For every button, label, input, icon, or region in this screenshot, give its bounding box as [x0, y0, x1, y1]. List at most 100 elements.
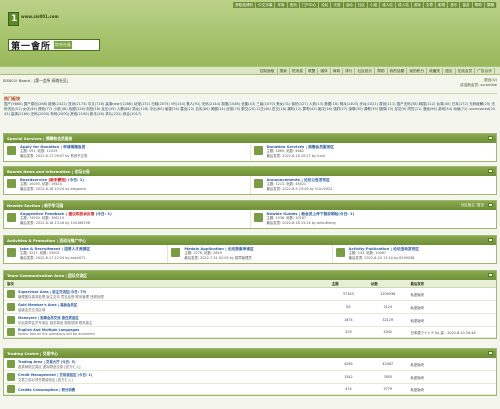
menu-item[interactable]: 控制面板	[258, 68, 278, 74]
top-link[interactable]: 小组	[367, 2, 381, 8]
section-header[interactable]: Special Services | 捐赠和会员服务	[4, 134, 496, 143]
forum-extra: (今日: 1)	[95, 212, 112, 216]
table-row[interactable]: English And Multiple Languages Notes: Not…	[4, 326, 496, 338]
forum-card[interactable]: Jobs & Recruitment | 招贤人才资源区 主题: 3227, 帖数…	[4, 245, 169, 263]
divider	[3, 93, 497, 94]
forum-last-post[interactable]: 最后发表: 2022-8-18 13:16 by 144166196	[20, 221, 247, 225]
table-row[interactable]: Credits Consumption | 积分消费 474 5779 私密版块	[4, 383, 496, 395]
forum-list: Jobs & Recruitment | 招贤人才资源区 主题: 3227, 帖数…	[4, 245, 496, 263]
posts-count: 5779	[368, 383, 408, 395]
forum-icon	[7, 316, 15, 324]
top-link[interactable]: 社区	[355, 2, 368, 8]
collapse-icon[interactable]	[488, 273, 493, 277]
last-post[interactable]: 私密版块	[407, 313, 496, 327]
menu-item[interactable]: 短消息	[290, 68, 306, 74]
menu-item[interactable]: 我的话题	[388, 68, 408, 74]
hot-forum-tags[interactable]: 国产(5660) 国产原创(266) 欧美(2422) 亚洲(2174) 中文(…	[4, 102, 496, 118]
last-post[interactable]: 私密版块	[407, 287, 496, 301]
forum-description: 高级会员交流区域	[18, 308, 46, 312]
posts-count: 2209936	[368, 287, 408, 301]
menu-item[interactable]: 社区统计	[355, 68, 376, 74]
top-link[interactable]: 成人站	[380, 2, 396, 8]
menu-item[interactable]: 在线会员	[456, 68, 476, 74]
collapse-icon[interactable]	[488, 136, 493, 140]
table-row[interactable]: Trading Area | 交易大厅 (今日: 5) 各类网络交易区 虚拟物品交…	[4, 358, 496, 371]
top-link[interactable]: 车库	[275, 2, 288, 8]
board-title[interactable]: SiS001! Board - [第一会所 网络社区]	[3, 78, 68, 84]
forum-last-post[interactable]: 最后发表: 2022-7-31 02:09 by 勋章管理员	[184, 256, 328, 260]
menu-item[interactable]: 收藏夹	[427, 68, 444, 74]
forum-extra: | 捐赠会员服务区	[305, 145, 334, 149]
top-link[interactable]: 成人站	[395, 2, 412, 8]
forum-last-post[interactable]: 最后发表: 2022-8-3 23:09 by CGLv2022	[267, 187, 494, 191]
section-header[interactable]: Boards News and Information | 论坛公告	[4, 167, 496, 176]
forum-card[interactable]: Apply for Donation | 申请捐赠会员 主题: 591, 帖数: …	[4, 143, 251, 161]
top-link[interactable]: 繁體	[484, 2, 497, 8]
top-link[interactable]: 首页	[287, 2, 300, 8]
last-post[interactable]: 私密版块	[407, 383, 496, 395]
logo-url: www.sis001.com	[21, 14, 59, 19]
collapse-icon[interactable]	[488, 203, 493, 207]
forum-cell: Credits Consumption | 积分消费	[4, 383, 329, 395]
forum-description: 各类网络交易区 虚拟物品交易 [官方汇入]	[18, 365, 81, 369]
forum-cell: Supervisor Area | 版主交流区(今日: 79) 管理团队事务处理 …	[4, 287, 329, 301]
table-row[interactable]: Supervisor Area | 版主交流区(今日: 79) 管理团队事务处理 …	[4, 287, 496, 301]
table-row[interactable]: Moneyers | 勋章会员交流 委任赏金区 论坛勋章会员专用区 相关事宜 规则…	[4, 313, 496, 327]
forum-last-post[interactable]: 最后发表: 2022-8-18 10:24 by elegance	[20, 187, 247, 191]
top-link[interactable]: 留言	[460, 2, 473, 8]
forum-card[interactable]: Newbie Guides | 新会员上传下载说明帖(今日: 1) 主题: 103…	[251, 210, 497, 228]
section-header[interactable]: Team Communication Area | 团队交流区	[4, 271, 496, 280]
top-link[interactable]: 活动	[343, 2, 356, 8]
last-post[interactable]: 日本語でイトテ by 高 - 2022-8-10 20:44	[407, 326, 496, 338]
forum-last-post[interactable]: 最后发表: 2022-8-20 17:14 by 6199438	[349, 256, 493, 260]
menu-item[interactable]: 退出	[443, 68, 456, 74]
top-link[interactable]: 影视	[436, 2, 449, 8]
collapse-icon[interactable]	[488, 351, 493, 355]
top-link[interactable]: 文章	[423, 2, 437, 8]
forum-cell: Credit Management | 交易诚信区 (今日: 1) 交易之前必须先…	[4, 370, 329, 384]
collapse-icon[interactable]	[488, 169, 493, 173]
forum-last-post[interactable]: 最后发表: 2022-8-16 20:27 by rudu	[267, 154, 494, 158]
table-row[interactable]: Gold Member's Area | 高级会员区 高级会员交流区域 63 3124…	[4, 300, 496, 314]
forum-last-post[interactable]: 最后发表: 2022-8-17 22:54 by aeon071	[20, 256, 164, 260]
top-link[interactable]: 音乐	[448, 2, 461, 8]
logo-title: 第一會所	[11, 41, 52, 52]
top-link[interactable]: 游戏	[411, 2, 424, 8]
top-link[interactable]: 获取邀请码	[233, 2, 257, 8]
menu-item[interactable]: 排行	[343, 68, 356, 74]
section-header[interactable]: Newbie Section | 新手学习园 分区版主: 暂无	[4, 201, 496, 210]
menu-item[interactable]: 广告合作	[475, 68, 495, 74]
menu-item[interactable]: 商城	[331, 68, 344, 74]
forum-icon	[171, 248, 181, 257]
last-post[interactable]: 私密版块	[407, 358, 496, 371]
menu-item[interactable]: 帮助	[375, 68, 388, 74]
top-link[interactable]: 论坛	[319, 2, 332, 8]
topics-count: 57343	[328, 287, 369, 301]
forum-card[interactable]: Activity Publication | 论坛活动发布区 主题: 243, 帖…	[333, 245, 496, 263]
section-moderators: 分区版主: 暂无	[460, 203, 484, 207]
forum-card[interactable]: Medals Application | 论坛勋章申请区 主题: 2276, 帖数…	[168, 245, 333, 263]
menu-item[interactable]: 搜索	[278, 68, 290, 74]
forum-name[interactable]: Credits Consumption | 积分消费	[18, 387, 75, 392]
forum-last-post[interactable]: 最后发表: 2022-8-18 15:24 by airbutheng	[267, 221, 494, 225]
menu-item[interactable]: 我的积分	[407, 68, 428, 74]
forum-highlight: | 建议和投诉反馈	[65, 212, 95, 216]
top-link[interactable]: 帮助	[472, 2, 485, 8]
forum-card[interactable]: Donation Services | 捐赠会员服务区 主题: 1865, 帖数:…	[251, 143, 497, 161]
forum-card[interactable]: Announcements | 论坛公告发布区 主题: 1213, 帖数: 485…	[251, 176, 497, 194]
menu-item[interactable]: 媒体	[318, 68, 331, 74]
top-link[interactable]: 天宫	[331, 2, 344, 8]
last-post[interactable]: 私密版块	[407, 370, 496, 384]
top-link[interactable]: 中文字幕	[256, 2, 276, 8]
section-header[interactable]: Activities & Promotion | 活动与推广中心	[4, 236, 496, 245]
collapse-icon[interactable]	[488, 238, 493, 242]
last-post[interactable]: 私密版块	[407, 300, 496, 314]
forum-card[interactable]: Boardservice [新手需知] (今日: 1) 主题: 10055, 帖数…	[4, 176, 251, 194]
table-row[interactable]: Credit Management | 交易诚信区 (今日: 1) 交易之前必须先…	[4, 370, 496, 384]
forum-last-post[interactable]: 最后发表: 2022-6-17 09:07 by 有效不正常	[20, 154, 247, 158]
forum-card[interactable]: Suggestion Feedback | 建议和投诉反馈 (今日: 1) 主题:…	[4, 210, 251, 228]
top-link[interactable]: 门户中心	[299, 2, 320, 8]
user-panel: 退出(Q) 欢迎新会员: scramble	[460, 78, 497, 88]
section-header[interactable]: Trading Centre | 交易中心	[4, 349, 496, 358]
menu-item[interactable]: 联盟	[306, 68, 319, 74]
